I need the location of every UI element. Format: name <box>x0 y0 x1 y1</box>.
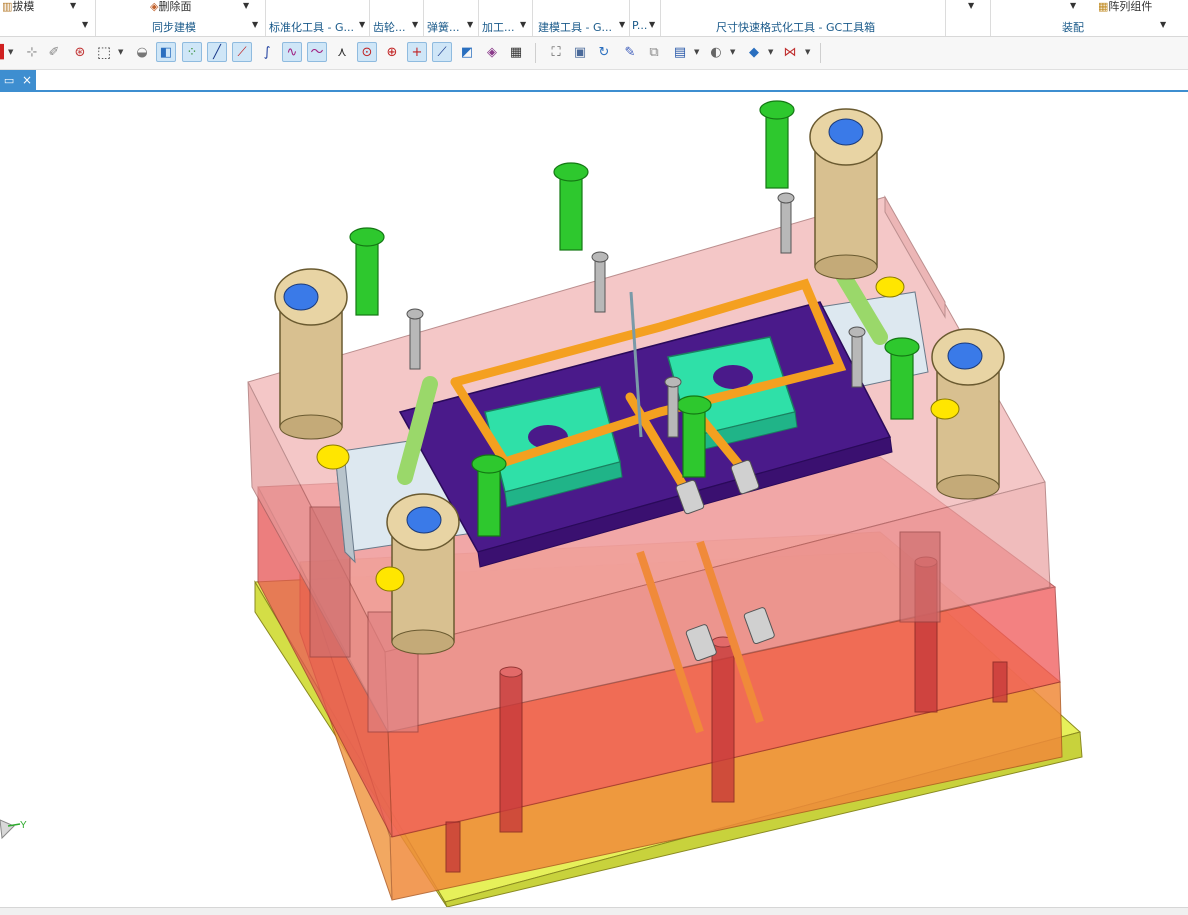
render-view-icon[interactable]: ▣ <box>570 42 590 62</box>
shaded-icon[interactable]: ◧ <box>156 42 176 62</box>
mold-assembly-model <box>247 100 1083 907</box>
group-spring[interactable]: 弹簧... <box>427 19 460 35</box>
snap-end-icon[interactable]: ✐ <box>44 42 64 62</box>
pan-icon[interactable]: ✎ <box>620 42 640 62</box>
grid-icon[interactable]: ▦ <box>506 42 526 62</box>
delete-face-button[interactable]: ◈删除面 <box>150 0 191 14</box>
face-select-icon[interactable]: ◩ <box>457 42 477 62</box>
center-point-icon[interactable]: ⊙ <box>357 42 377 62</box>
render-style-dropdown-icon[interactable]: ▼ <box>730 48 735 56</box>
view-orientation-dropdown-icon[interactable]: ▼ <box>694 48 699 56</box>
group-gear-dropdown-icon[interactable]: ▼ <box>412 20 418 29</box>
group-standard-tools-dropdown-icon[interactable]: ▼ <box>359 20 365 29</box>
document-tab-icon: ▭ <box>3 73 15 87</box>
gc-misc-dropdown-icon[interactable]: ▼ <box>968 1 974 10</box>
zoom-icon[interactable]: ⧉ <box>644 42 664 62</box>
group-assembly-dropdown-icon[interactable]: ▼ <box>1160 20 1166 29</box>
intersection-icon[interactable]: ⋏ <box>332 42 352 62</box>
filter-dropdown-icon[interactable]: ▼ <box>8 48 13 56</box>
pattern-component-icon: ▦ <box>1098 0 1109 13</box>
shaded-edges-icon[interactable]: ◒ <box>132 42 152 62</box>
curve-icon[interactable]: ∫ <box>257 42 277 62</box>
solid-cube-icon[interactable]: ◆ <box>744 42 764 62</box>
rectangle-select-icon[interactable]: ⬚ <box>94 42 114 62</box>
group-synchronous-modeling-dropdown-icon[interactable]: ▼ <box>252 20 258 29</box>
layer-icon[interactable]: ◈ <box>482 42 502 62</box>
cross-point-icon[interactable]: + <box>407 42 427 62</box>
render-style-icon[interactable]: ◐ <box>706 42 726 62</box>
circle-point-icon[interactable]: ⊕ <box>382 42 402 62</box>
group-p-dropdown-icon[interactable]: ▼ <box>649 20 655 29</box>
close-icon[interactable]: × <box>22 73 32 87</box>
clip-section-dropdown-icon[interactable]: ▼ <box>805 48 810 56</box>
selection-toolbar: ▌ ▼ ⊹ ✐ ⊛ ⬚ ▼ ◒ ◧ ⁘ ╱ ⟋ ∫ ∿ 〜 ⋏ ⊙ ⊕ + ⟋ … <box>0 37 1188 70</box>
draft-dropdown-icon[interactable]: ▼ <box>70 1 76 10</box>
rect-select-dropdown-icon[interactable]: ▼ <box>118 48 123 56</box>
snap-point-icon[interactable]: ⊹ <box>22 42 42 62</box>
group-machining[interactable]: 加工... <box>482 19 515 35</box>
wave-curve-icon[interactable]: 〜 <box>307 42 327 62</box>
view-orientation-icon[interactable]: ▤ <box>670 42 690 62</box>
assembly-misc-dropdown-icon[interactable]: ▼ <box>1070 1 1076 10</box>
points-icon[interactable]: ⁘ <box>182 42 202 62</box>
left-group-dropdown-icon[interactable]: ▼ <box>82 20 88 29</box>
group-assembly[interactable]: 装配 <box>1062 19 1084 35</box>
group-dimension-format[interactable]: 尺寸快速格式化工具 - GC工具箱 <box>716 19 875 35</box>
group-gear[interactable]: 齿轮... <box>373 19 406 35</box>
draft-button[interactable]: ▥拔模 <box>2 0 34 14</box>
tangent-line-icon[interactable]: ⟋ <box>432 42 452 62</box>
graphics-viewport[interactable] <box>0 92 1188 907</box>
line-icon[interactable]: ╱ <box>207 42 227 62</box>
pattern-component-button[interactable]: ▦阵列组件 <box>1098 0 1152 14</box>
fit-view-icon[interactable]: ⛶ <box>546 42 566 62</box>
document-tab-bar: ▭ × <box>0 70 1188 92</box>
group-machining-dropdown-icon[interactable]: ▼ <box>520 20 526 29</box>
group-p[interactable]: P... <box>632 19 647 32</box>
solid-cube-dropdown-icon[interactable]: ▼ <box>768 48 773 56</box>
spline-icon[interactable]: ∿ <box>282 42 302 62</box>
ribbon: ▥拔模 ▼ ◈删除面 ▼ ▦阵列组件 ▼ ▼ ▼ 同步建模 ▼ 标准化工具 - … <box>0 0 1188 37</box>
clip-section-icon[interactable]: ⋈ <box>780 42 800 62</box>
coordinate-triad: Y <box>0 812 36 856</box>
delete-face-dropdown-icon[interactable]: ▼ <box>243 1 249 10</box>
group-spring-dropdown-icon[interactable]: ▼ <box>467 20 473 29</box>
group-standard-tools[interactable]: 标准化工具 - G... <box>269 19 354 35</box>
document-tab[interactable]: ▭ × <box>0 70 36 90</box>
group-modeling-tools[interactable]: 建模工具 - G... <box>538 19 612 35</box>
rotate-icon[interactable]: ↻ <box>594 42 614 62</box>
group-synchronous-modeling[interactable]: 同步建模 <box>152 19 196 35</box>
draft-icon: ▥ <box>2 0 13 13</box>
snap-mid-icon[interactable]: ⊛ <box>70 42 90 62</box>
group-modeling-tools-dropdown-icon[interactable]: ▼ <box>619 20 625 29</box>
triad-y-label: Y <box>20 820 27 831</box>
line-thru-icon[interactable]: ⟋ <box>232 42 252 62</box>
